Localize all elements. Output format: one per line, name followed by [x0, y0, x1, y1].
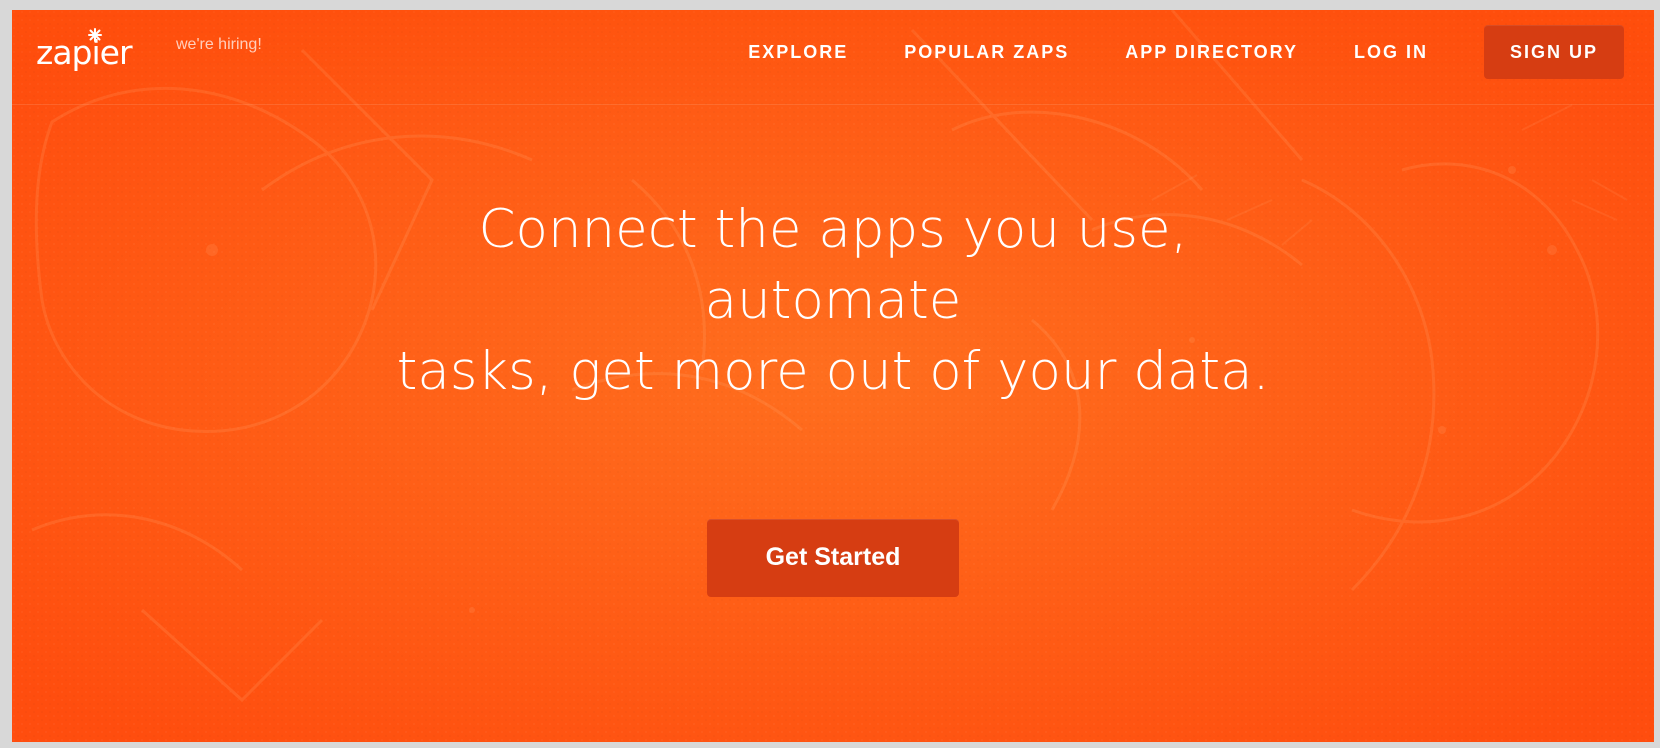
get-started-button[interactable]: Get Started: [707, 518, 959, 597]
hero-headline-line-2: tasks, get more out of your data.: [396, 340, 1270, 402]
hero-headline: Connect the apps you use, automate tasks…: [353, 194, 1313, 407]
top-navigation-bar: zapier we're hiring! EXPLORE POPULAR ZAP…: [12, 10, 1654, 105]
sign-up-button[interactable]: SIGN UP: [1484, 25, 1624, 79]
browser-viewport: zapier we're hiring! EXPLORE POPULAR ZAP…: [12, 10, 1654, 742]
hiring-link[interactable]: we're hiring!: [176, 35, 262, 55]
nav-log-in[interactable]: LOG IN: [1354, 42, 1428, 63]
hero-section: Connect the apps you use, automate tasks…: [12, 10, 1654, 742]
nav-explore[interactable]: EXPLORE: [748, 42, 848, 63]
nav-popular-zaps[interactable]: POPULAR ZAPS: [904, 42, 1069, 63]
hero-headline-line-1: Connect the apps you use, automate: [478, 198, 1188, 331]
zapier-logo[interactable]: zapier: [36, 28, 146, 76]
brand-wordmark: zapier: [36, 33, 133, 72]
nav-app-directory[interactable]: APP DIRECTORY: [1125, 42, 1298, 63]
primary-nav: EXPLORE POPULAR ZAPS APP DIRECTORY LOG I…: [748, 25, 1624, 79]
